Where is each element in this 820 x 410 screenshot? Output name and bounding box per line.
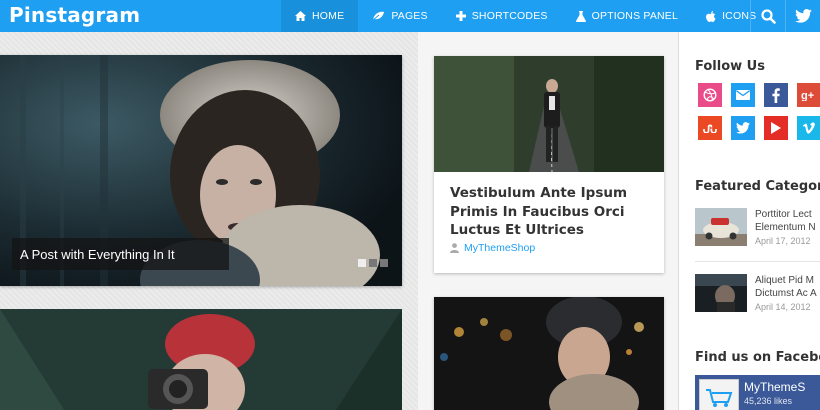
facebook-button[interactable] <box>764 83 788 107</box>
featured-post-date: April 14, 2012 <box>755 302 811 312</box>
featured-post-item: Porttitor Lect Elementum N April 17, 201… <box>695 208 820 250</box>
post-image <box>0 309 402 410</box>
nav-item-label: Options Panel <box>591 10 679 22</box>
nav-item-label: Shortcodes <box>471 10 548 22</box>
nav-item-shortcodes[interactable]: Shortcodes <box>442 0 562 32</box>
featured-post-title-line2: Dictumst Ac A <box>755 288 817 299</box>
nav-item-home[interactable]: Home <box>281 0 359 32</box>
post-grid-column: Vestibulum Ante Ipsum Primis In Faucibus… <box>418 32 678 410</box>
twitter-button[interactable] <box>786 0 820 32</box>
slider-pagination <box>358 259 388 267</box>
google-plus-icon: g+ <box>801 90 814 101</box>
featured-post-title-line1: Porttitor Lect <box>755 209 812 220</box>
nav-item-pages[interactable]: Pages <box>358 0 441 32</box>
follow-us-title: Follow Us <box>695 59 765 74</box>
plus-icon <box>455 11 466 21</box>
dribbble-button[interactable] <box>698 83 722 107</box>
twitter-icon <box>794 9 812 23</box>
featured-post-image <box>695 274 747 312</box>
cart-icon <box>706 389 733 407</box>
featured-post-thumbnail[interactable] <box>695 274 747 312</box>
featured-post-title-line2: Elementum N <box>755 222 816 233</box>
home-icon <box>295 11 306 21</box>
leaf-icon <box>372 11 385 21</box>
featured-slider-column: A Post with Everything In It <box>0 32 418 410</box>
slider-dot-1[interactable] <box>358 259 366 267</box>
vimeo-button[interactable] <box>797 116 820 140</box>
svg-text:g+: g+ <box>801 90 814 101</box>
slider-caption[interactable]: A Post with Everything In It <box>12 238 229 270</box>
nav-item-options-panel[interactable]: Options Panel <box>562 0 692 32</box>
stumbleupon-button[interactable] <box>698 116 722 140</box>
search-icon <box>760 8 776 24</box>
facebook-icon <box>772 87 780 103</box>
top-navigation-bar: Pinstagram Home Pages Shortcodes Options… <box>0 0 820 32</box>
twitter-follow-button[interactable] <box>731 116 755 140</box>
dribbble-icon <box>703 88 717 102</box>
nav-item-label: Pages <box>391 10 428 22</box>
facebook-page-name[interactable]: MyThemeS <box>744 380 805 394</box>
stumbleupon-icon <box>703 124 717 133</box>
post-card-2-image <box>434 297 664 410</box>
facebook-like-count: 45,236 likes <box>744 396 793 406</box>
featured-post-title-line1: Aliquet Pid M <box>755 275 814 286</box>
featured-post-title[interactable]: Porttitor Lect Elementum N <box>755 208 816 234</box>
youtube-button[interactable] <box>764 116 788 140</box>
featured-post-thumbnail[interactable] <box>695 208 747 246</box>
post-card-image[interactable] <box>434 56 664 172</box>
post-card-author[interactable]: MyThemeShop <box>450 242 535 254</box>
twitter-icon <box>736 122 750 134</box>
post-thumbnail[interactable] <box>0 309 402 410</box>
post-card-2[interactable] <box>434 297 664 410</box>
featured-post-date: April 17, 2012 <box>755 236 811 246</box>
featured-post-item: Aliquet Pid M Dictumst Ac A April 14, 20… <box>695 274 820 316</box>
apple-icon <box>706 10 716 22</box>
user-icon <box>450 243 459 253</box>
play-icon <box>771 122 781 134</box>
post-card: Vestibulum Ante Ipsum Primis In Faucibus… <box>434 56 664 273</box>
author-name: MyThemeShop <box>464 242 536 254</box>
email-button[interactable] <box>731 83 755 107</box>
facebook-widget-title: Find us on Facebook <box>695 350 820 365</box>
facebook-page-widget[interactable]: MyThemeS 45,236 likes <box>695 375 820 410</box>
header-actions <box>750 0 820 32</box>
search-button[interactable] <box>751 0 785 32</box>
nav-item-label: Home <box>312 10 345 22</box>
site-logo[interactable]: Pinstagram <box>9 3 140 27</box>
envelope-icon <box>736 90 750 100</box>
slider-dot-3[interactable] <box>380 259 388 267</box>
featured-slider[interactable]: A Post with Everything In It <box>0 55 402 286</box>
main-menu: Home Pages Shortcodes Options Panel Icon… <box>281 0 770 32</box>
flask-icon <box>575 10 586 22</box>
featured-category-title: Featured Category <box>695 179 820 194</box>
featured-post-title[interactable]: Aliquet Pid M Dictumst Ac A <box>755 274 817 300</box>
google-plus-button[interactable]: g+ <box>797 83 820 107</box>
post-card-title[interactable]: Vestibulum Ante Ipsum Primis In Faucibus… <box>450 184 650 240</box>
facebook-page-logo <box>699 379 739 410</box>
sidebar: Follow Us g+ Featured Category Porttitor… <box>678 32 820 410</box>
vimeo-icon <box>803 122 815 134</box>
slider-dot-2[interactable] <box>369 259 377 267</box>
featured-post-image <box>695 208 747 246</box>
divider <box>695 261 820 262</box>
